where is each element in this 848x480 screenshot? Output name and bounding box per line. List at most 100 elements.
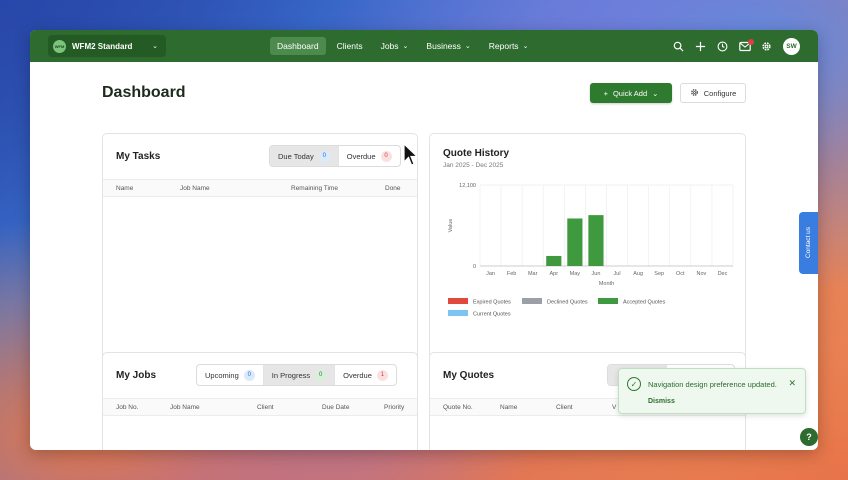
chevron-down-icon: ⌄ xyxy=(652,88,659,98)
page-header: Dashboard + Quick Add ⌄ Configure xyxy=(102,82,746,106)
help-button[interactable]: ? xyxy=(800,428,818,446)
column-header[interactable]: Client xyxy=(556,404,573,411)
org-logo: WFM xyxy=(53,39,66,53)
legend-label: Current Quotes xyxy=(473,312,511,318)
plus-icon[interactable] xyxy=(695,41,707,52)
tab-in-progress[interactable]: In Progress 0 xyxy=(263,365,336,385)
my-tasks-card: My Tasks Due Today 0 Overdue 0 Name Job … xyxy=(102,133,418,369)
x-tick-label: Nov xyxy=(696,271,706,277)
column-header[interactable]: Job Name xyxy=(180,185,210,192)
chevron-down-icon: ⌄ xyxy=(152,43,158,50)
nav-label: Dashboard xyxy=(277,41,319,51)
legend-swatch xyxy=(448,298,468,304)
chevron-down-icon: ⌄ xyxy=(402,43,409,50)
check-circle-icon: ✓ xyxy=(627,377,641,391)
column-header[interactable]: Remaining Time xyxy=(291,185,338,192)
chevron-down-icon: ⌄ xyxy=(522,43,529,50)
chart-subtitle: Jan 2025 - Dec 2025 xyxy=(443,162,504,169)
quote-history-chart: 0 12,100 Value Jan Feb Mar Apr May Jun Jul Aug Sep O… xyxy=(448,183,734,318)
notification-dot xyxy=(748,38,754,45)
bar-may xyxy=(567,218,583,266)
column-header[interactable]: Client xyxy=(257,404,274,411)
gear-icon[interactable] xyxy=(761,41,773,52)
legend-label: Accepted Quotes xyxy=(623,300,665,306)
toast-message: Navigation design preference updated. xyxy=(648,380,777,389)
column-header[interactable]: Job No. xyxy=(116,404,138,411)
quote-history-card: Quote History Jan 2025 - Dec 2025 0 12,10… xyxy=(429,133,746,369)
my-jobs-card: My Jobs Upcoming 0 In Progress 0 Overdue… xyxy=(102,352,418,450)
tab-label: Overdue xyxy=(343,370,372,380)
x-axis-label: Month xyxy=(599,281,614,287)
nav-label: Reports xyxy=(488,41,519,51)
search-icon[interactable] xyxy=(673,41,685,52)
contact-us-tab[interactable]: Contact us xyxy=(799,212,818,274)
x-tick-label: Jul xyxy=(614,271,621,277)
org-name: WFM2 Standard xyxy=(72,41,133,51)
tab-label: Upcoming xyxy=(205,370,239,380)
nav-jobs[interactable]: Jobs ⌄ xyxy=(374,37,416,55)
x-tick-label: Jun xyxy=(592,271,601,277)
page-title: Dashboard xyxy=(102,84,186,101)
tab-label: In Progress xyxy=(271,370,311,380)
tasks-filter-tabs: Due Today 0 Overdue 0 xyxy=(269,145,401,167)
x-tick-label: Sep xyxy=(654,271,664,277)
tab-overdue[interactable]: Overdue 0 xyxy=(339,146,400,166)
tab-label: Overdue xyxy=(346,151,376,161)
tab-upcoming[interactable]: Upcoming 0 xyxy=(197,365,264,385)
top-actions: SW xyxy=(673,30,800,62)
user-avatar[interactable]: SW xyxy=(783,37,800,55)
tab-overdue[interactable]: Overdue 1 xyxy=(335,365,396,385)
configure-button[interactable]: Configure xyxy=(680,83,746,103)
nav-reports[interactable]: Reports ⌄ xyxy=(482,37,536,55)
toast-notification: ✓ Navigation design preference updated. … xyxy=(618,368,806,414)
card-title: My Quotes xyxy=(443,370,495,381)
bar-apr xyxy=(546,255,562,266)
count-badge: 0 xyxy=(318,150,330,162)
legend-swatch xyxy=(598,298,618,304)
nav-dashboard[interactable]: Dashboard xyxy=(270,37,326,55)
nav-label: Business xyxy=(426,41,461,51)
dismiss-link[interactable]: Dismiss xyxy=(648,398,675,405)
app-window: WFM WFM2 Standard ⌄ Dashboard Clients Jo… xyxy=(30,30,818,450)
x-tick-label: Dec xyxy=(718,271,728,277)
count-badge: 0 xyxy=(315,369,327,381)
org-switcher[interactable]: WFM WFM2 Standard ⌄ xyxy=(48,35,166,57)
count-badge: 0 xyxy=(243,369,255,381)
legend-swatch xyxy=(448,310,468,316)
card-title: My Tasks xyxy=(116,151,161,162)
column-header[interactable]: Quote No. xyxy=(443,404,473,411)
jobs-table-header: Job No. Job Name Client Due Date Priorit… xyxy=(103,398,417,416)
column-header[interactable]: Due Date xyxy=(322,404,349,411)
quick-add-label: Quick Add xyxy=(612,88,648,98)
column-header[interactable]: Job Name xyxy=(170,404,200,411)
tab-label: Due Today xyxy=(278,151,314,161)
y-tick-label: 12,100 xyxy=(459,183,476,189)
tasks-table-header: Name Job Name Remaining Time Done xyxy=(103,179,417,197)
configure-label: Configure xyxy=(703,88,737,98)
legend-swatch xyxy=(522,298,542,304)
x-tick-label: Aug xyxy=(633,271,643,277)
x-tick-label: Feb xyxy=(507,271,516,277)
nav-business[interactable]: Business ⌄ xyxy=(419,37,477,55)
column-header[interactable]: Name xyxy=(500,404,517,411)
count-badge: 0 xyxy=(380,150,392,162)
column-header[interactable]: Name xyxy=(116,185,133,192)
tab-due-today[interactable]: Due Today 0 xyxy=(270,146,339,166)
x-tick-label: Mar xyxy=(528,271,538,277)
nav-clients[interactable]: Clients xyxy=(330,37,370,55)
mail-icon[interactable] xyxy=(739,38,754,52)
column-header[interactable]: Done xyxy=(385,185,401,192)
column-header[interactable]: V xyxy=(612,404,616,411)
top-navigation-bar: WFM WFM2 Standard ⌄ Dashboard Clients Jo… xyxy=(30,30,818,62)
card-title: My Jobs xyxy=(116,370,157,381)
count-badge: 1 xyxy=(376,369,388,381)
x-tick-label: Oct xyxy=(676,271,685,277)
mouse-cursor-icon xyxy=(403,143,419,166)
close-icon[interactable]: ✕ xyxy=(788,378,796,389)
jobs-filter-tabs: Upcoming 0 In Progress 0 Overdue 1 xyxy=(196,364,397,386)
column-header[interactable]: Priority xyxy=(384,404,404,411)
clock-icon[interactable] xyxy=(717,41,729,52)
contact-us-label: Contact us xyxy=(805,227,812,259)
quick-add-button[interactable]: + Quick Add ⌄ xyxy=(590,83,672,103)
x-tick-label: Apr xyxy=(550,271,559,277)
